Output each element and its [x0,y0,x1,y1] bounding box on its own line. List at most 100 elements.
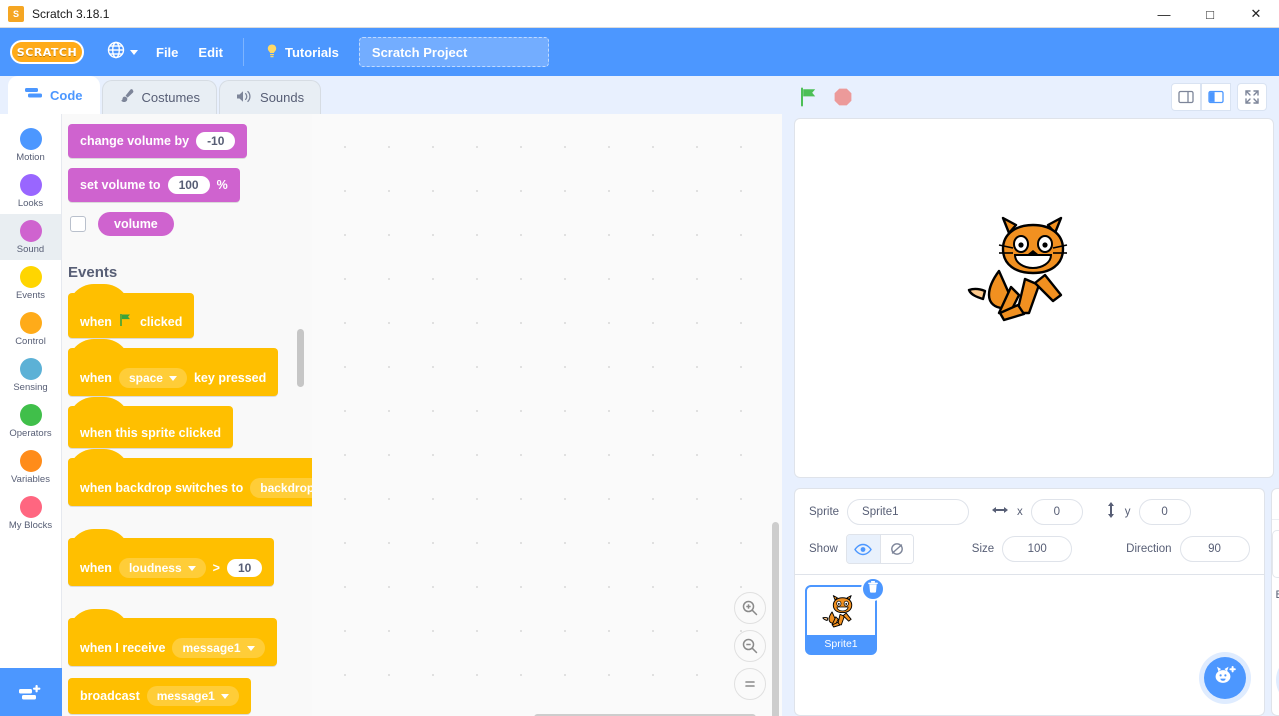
scratch-cat-sprite[interactable] [963,209,1093,332]
category-my-blocks-dot [19,495,42,518]
sprite-name-input[interactable]: Sprite1 [847,499,970,525]
loudness-threshold-input[interactable]: 10 [226,559,263,577]
menu-edit[interactable]: Edit [188,39,233,66]
loudness-dropdown[interactable]: loudness [118,558,206,578]
chevron-down-icon [187,565,196,571]
add-extension-button[interactable] [0,668,62,716]
menu-tutorials[interactable]: Tutorials [254,37,349,68]
sprite-list-panel[interactable]: Sprite1 [794,575,1265,716]
when-key-when-label: when [80,371,112,385]
receive-message-dropdown[interactable]: message1 [172,638,265,658]
green-flag-button[interactable] [796,84,822,110]
add-sprite-cat-icon [1213,665,1237,692]
tab-code[interactable]: Code [8,76,100,114]
size-label: Size [971,543,995,555]
language-selector[interactable] [98,36,146,69]
category-sensing[interactable]: Sensing [0,352,61,398]
category-looks[interactable]: Looks [0,168,61,214]
sprite-area: Sprite Sprite1 x 0 y 0 Show Size 100 Dir… [794,488,1265,716]
delete-sprite-button[interactable] [861,577,885,601]
palette-scrollbar[interactable] [297,329,304,387]
zoom-controls [734,592,766,700]
y-label: y [1124,506,1131,518]
fullscreen-icon[interactable] [1237,83,1267,111]
x-axis-icon [991,503,1009,521]
eye-icon[interactable] [846,535,880,563]
small-stage-layout-icon[interactable] [1171,83,1201,111]
block-when-backdrop-switches[interactable]: when backdrop switches to backdrop1 [68,449,312,506]
y-input[interactable]: 0 [1138,499,1191,525]
sprite-name-label: Sprite [809,506,840,518]
sprite-tile-sprite1[interactable]: Sprite1 [805,577,885,655]
block-broadcast[interactable]: broadcast message1 [68,678,251,714]
zoom-reset-icon[interactable] [734,668,766,700]
maximize-button[interactable]: □ [1187,0,1233,28]
x-label: x [1017,506,1023,518]
category-control-dot [19,311,42,334]
stage-selector-panel[interactable]: Stage Backdrops 1 [1270,488,1279,716]
close-button[interactable]: ✕ [1233,0,1279,28]
chevron-down-icon [246,645,255,651]
tab-sounds[interactable]: Sounds [219,80,322,114]
stop-button[interactable] [830,84,856,110]
stage-controls-bar [782,76,1279,118]
receive-message-value: message1 [182,641,241,655]
category-variables[interactable]: Variables [0,444,61,490]
broadcast-message-dropdown[interactable]: message1 [146,686,239,706]
zoom-out-icon[interactable] [734,630,766,662]
backdrop-dropdown[interactable]: backdrop1 [250,478,312,498]
block-when-sprite-clicked[interactable]: when this sprite clicked [68,397,234,448]
x-input[interactable]: 0 [1030,499,1083,525]
tab-code-label: Code [50,88,83,103]
loudness-operator: > [212,561,220,575]
volume-monitor-checkbox[interactable] [70,216,86,232]
block-set-volume-to[interactable]: set volume to 100 % [68,168,240,202]
block-when-flag-clicked[interactable]: when clicked [68,284,195,338]
change-volume-value-input[interactable]: -10 [196,132,236,150]
lightbulb-icon [264,43,280,62]
size-input[interactable]: 100 [1002,536,1073,562]
direction-input[interactable]: 90 [1179,536,1250,562]
block-when-loudness-greater[interactable]: when loudness > 10 [68,529,275,586]
category-operators[interactable]: Operators [0,398,61,444]
broadcast-message-value: message1 [156,689,215,703]
set-volume-value-input[interactable]: 100 [167,176,210,194]
block-when-key-pressed[interactable]: when space key pressed [68,339,279,396]
category-sound[interactable]: Sound [0,214,61,260]
category-looks-dot [19,173,42,196]
workspace-vertical-scrollbar[interactable] [772,522,779,716]
block-volume-reporter[interactable]: volume [98,212,174,236]
when-flag-when-label: when [80,314,112,329]
key-dropdown-value: space [128,371,163,385]
when-loudness-when-label: when [80,561,112,575]
key-dropdown[interactable]: space [118,368,187,388]
category-events-dot [19,265,42,288]
code-workspace[interactable] [312,114,782,716]
block-change-volume-by[interactable]: change volume by -10 [68,124,248,158]
category-my-blocks-label: My Blocks [8,519,53,531]
trash-icon [867,580,879,598]
large-stage-layout-icon[interactable] [1201,83,1231,111]
category-events[interactable]: Events [0,260,61,306]
minimize-button[interactable]: — [1141,0,1187,28]
direction-label: Direction [1126,543,1172,555]
sprite-info-row-2: Show Size 100 Direction 90 [809,534,1250,564]
zoom-in-icon[interactable] [734,592,766,624]
chevron-down-icon [220,693,229,699]
speaker-icon [236,89,253,107]
when-sprite-clicked-label: when this sprite clicked [80,426,222,440]
stage-canvas[interactable] [794,118,1274,478]
eye-slash-icon[interactable] [879,535,913,563]
block-when-i-receive[interactable]: when I receive message1 [68,609,277,666]
category-control[interactable]: Control [0,306,61,352]
project-name-input[interactable]: Scratch Project [358,37,549,67]
scratch-logo[interactable]: SCRATCH [10,40,84,64]
chevron-down-icon [130,49,138,55]
stage-column: Sprite Sprite1 x 0 y 0 Show Size 100 Dir… [782,76,1279,716]
menu-file[interactable]: File [146,39,188,66]
category-my-blocks[interactable]: My Blocks [0,490,61,536]
tab-costumes[interactable]: Costumes [101,80,218,114]
block-palette[interactable]: change volume by -10 set volume to 100 %… [62,114,312,716]
category-motion[interactable]: Motion [0,122,61,168]
add-sprite-button[interactable] [1203,657,1246,699]
